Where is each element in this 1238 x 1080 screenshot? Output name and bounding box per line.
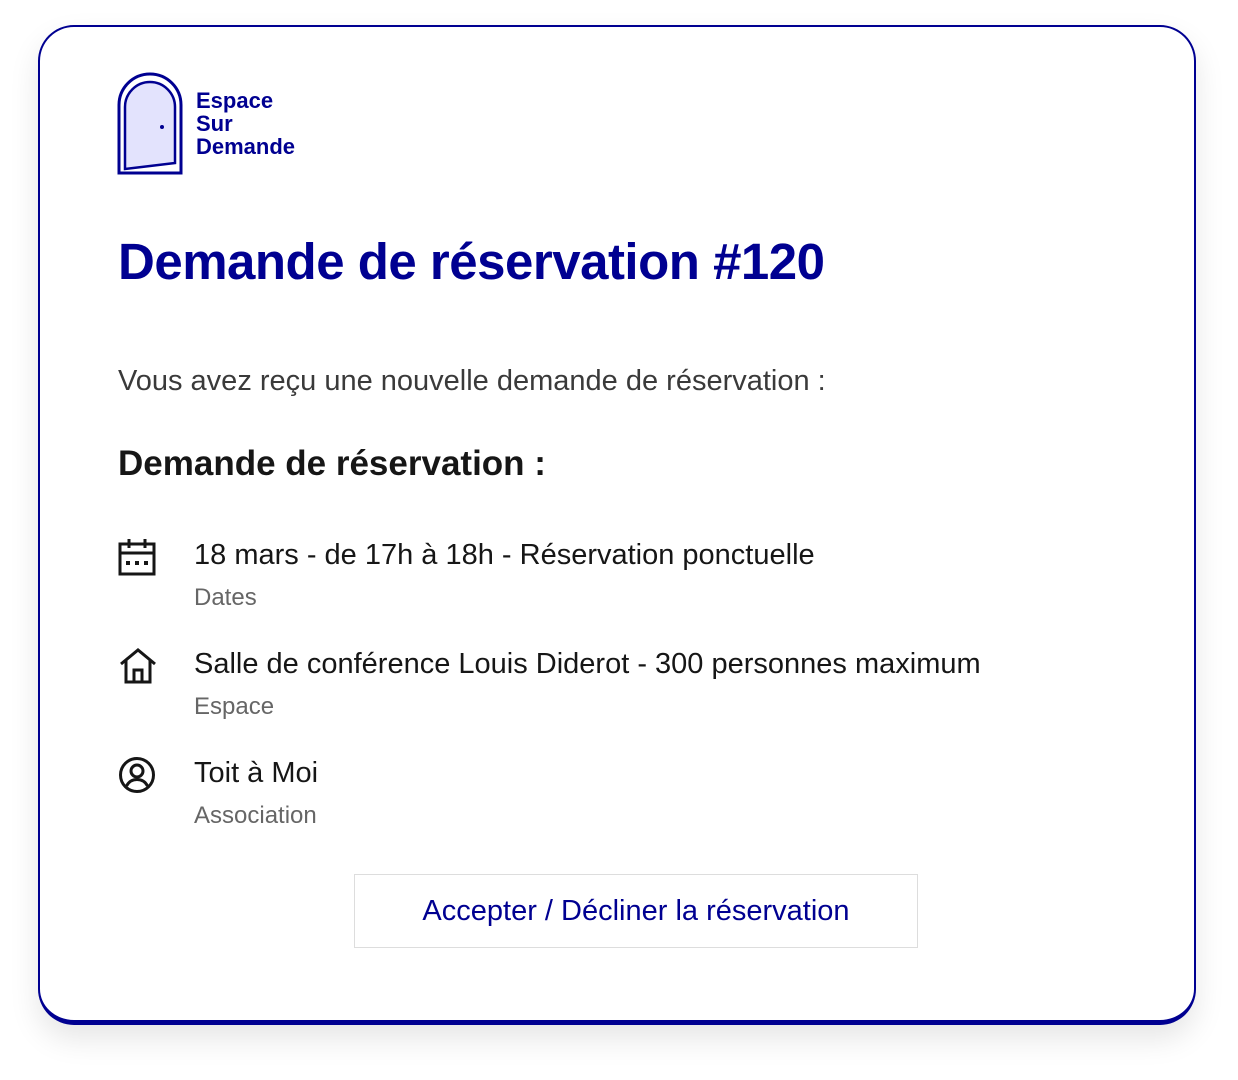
page-title: Demande de réservation #120 (118, 233, 825, 290)
detail-association-label: Association (194, 802, 317, 829)
detail-association: Toit à Moi Association (118, 755, 318, 831)
detail-dates-label: Dates (194, 584, 257, 611)
calendar-icon (118, 537, 158, 577)
detail-association-value: Toit à Moi (194, 757, 319, 789)
brand-line-1: Espace (196, 87, 274, 113)
brand-line-2: Sur (196, 110, 233, 136)
detail-space-label: Espace (194, 693, 275, 720)
detail-space-value: Salle de conférence Louis Diderot - 300 … (194, 648, 981, 680)
door-icon (117, 72, 183, 175)
brand-logo[interactable]: Espace Sur Demande (116, 71, 295, 175)
detail-space: Salle de conférence Louis Diderot - 300 … (118, 646, 981, 722)
brand-name: Espace Sur Demande (196, 89, 295, 158)
user-circle-icon (118, 755, 158, 795)
brand-line-3: Demande (196, 133, 296, 159)
accept-decline-button[interactable]: Accepter / Décliner la réservation (354, 874, 918, 948)
home-icon (118, 646, 158, 686)
detail-dates: 18 mars - de 17h à 18h - Réservation pon… (118, 537, 815, 613)
detail-dates-value: 18 mars - de 17h à 18h - Réservation pon… (194, 539, 815, 571)
section-title: Demande de réservation : (118, 444, 546, 483)
email-card: Espace Sur Demande Demande de réservatio… (38, 25, 1196, 1025)
intro-text: Vous avez reçu une nouvelle demande de r… (118, 365, 826, 397)
